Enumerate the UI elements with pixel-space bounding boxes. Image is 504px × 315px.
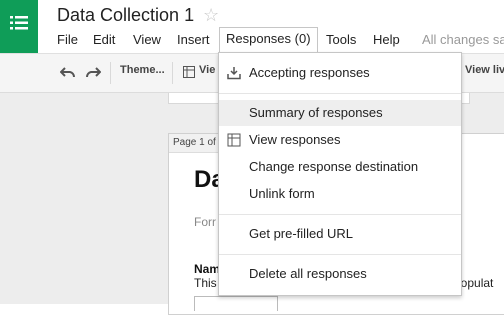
forms-app-logo[interactable] — [0, 0, 38, 53]
menu-item-change-destination[interactable]: Change response destination — [219, 154, 461, 180]
menu-responses[interactable]: Responses (0) — [219, 27, 318, 53]
menu-separator — [219, 214, 461, 215]
menu-view[interactable]: View — [133, 30, 161, 50]
menu-separator — [219, 93, 461, 94]
menu-item-label: Unlink form — [249, 186, 315, 201]
responses-dropdown-menu: Accepting responses Summary of responses… — [218, 52, 462, 296]
menu-item-unlink-form[interactable]: Unlink form — [219, 181, 461, 207]
menu-help[interactable]: Help — [373, 30, 400, 50]
menu-item-label: View responses — [249, 132, 341, 147]
page-indicator: Page 1 of — [169, 134, 221, 153]
menu-item-label: Delete all responses — [249, 266, 367, 281]
app-header: Data Collection 1 ☆ File Edit View Inser… — [0, 0, 504, 56]
menu-item-get-prefilled-url[interactable]: Get pre-filled URL — [219, 221, 461, 247]
undo-icon[interactable] — [60, 67, 76, 79]
menu-item-accepting-responses[interactable]: Accepting responses — [219, 60, 461, 86]
toolbar-divider — [110, 62, 111, 84]
menu-tools[interactable]: Tools — [326, 30, 356, 50]
menu-item-label: Get pre-filled URL — [249, 226, 354, 241]
document-title[interactable]: Data Collection 1 — [57, 5, 194, 26]
menu-item-label: Accepting responses — [249, 65, 370, 80]
question-title: Nam — [194, 262, 221, 276]
toolbar-divider — [172, 62, 173, 84]
question-help-head: This — [194, 276, 217, 290]
menu-edit[interactable]: Edit — [93, 30, 115, 50]
menu-separator — [219, 254, 461, 255]
view-responses-button[interactable]: Vie — [199, 64, 215, 76]
table-icon — [227, 133, 241, 147]
menu-insert[interactable]: Insert — [177, 30, 210, 50]
download-tray-icon — [227, 67, 241, 80]
menu-file[interactable]: File — [57, 30, 78, 50]
table-icon — [183, 66, 195, 78]
menu-item-view-responses[interactable]: View responses — [219, 127, 461, 153]
star-icon[interactable]: ☆ — [203, 5, 219, 26]
list-icon — [10, 16, 28, 30]
menu-item-delete-all-responses[interactable]: Delete all responses — [219, 261, 461, 287]
menu-item-summary-of-responses[interactable]: Summary of responses — [219, 100, 461, 126]
redo-icon[interactable] — [85, 67, 101, 79]
save-status: All changes sa — [422, 32, 504, 47]
theme-button[interactable]: Theme... — [120, 64, 165, 76]
view-live-form-button[interactable]: View liv — [465, 64, 504, 76]
menu-item-label: Change response destination — [249, 159, 419, 174]
menu-item-label: Summary of responses — [249, 105, 383, 120]
form-description[interactable]: Forr — [194, 215, 216, 229]
question-help-text: This populat — [194, 276, 493, 290]
